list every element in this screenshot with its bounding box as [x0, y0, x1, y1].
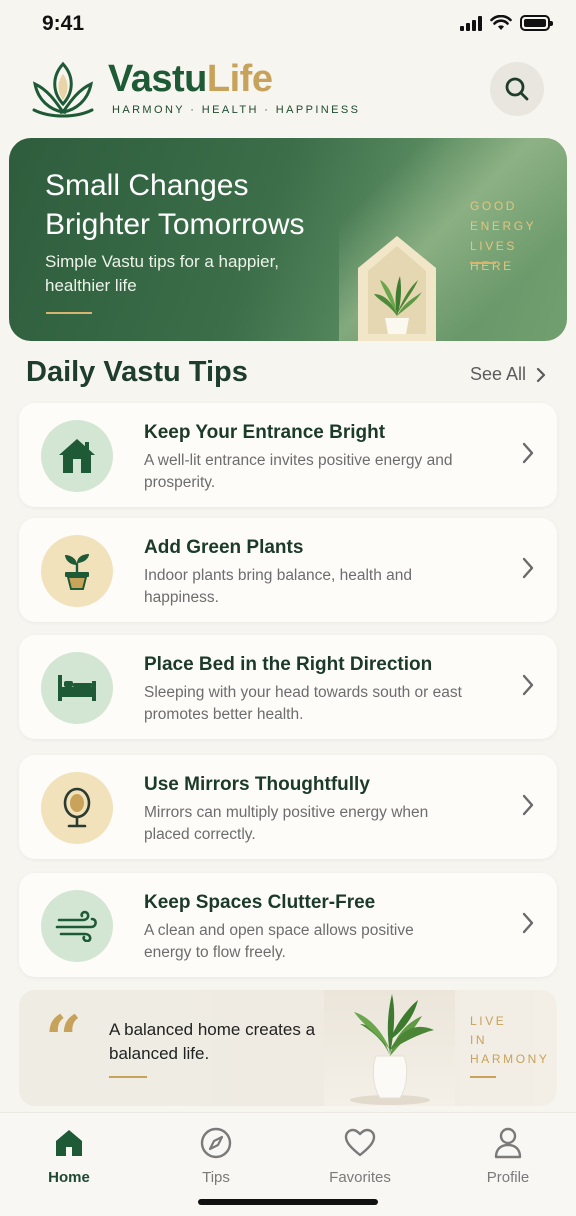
tab-label: Favorites [329, 1169, 391, 1186]
tip-icon-badge [41, 535, 113, 607]
tip-card-clutter-free[interactable]: Keep Spaces Clutter-Free A clean and ope… [19, 873, 557, 977]
wifi-icon [490, 15, 512, 30]
compass-icon [200, 1127, 232, 1159]
tip-title: Add Green Plants [144, 537, 304, 558]
chevron-right-icon [522, 442, 534, 464]
home-icon [56, 1130, 82, 1156]
quote-card: “ A balanced home creates a balanced lif… [19, 990, 557, 1106]
chevron-right-icon [522, 912, 534, 934]
tip-icon-badge [41, 420, 113, 492]
tip-card-mirrors[interactable]: Use Mirrors Thoughtfully Mirrors can mul… [19, 755, 557, 859]
vase-plant-image [324, 990, 455, 1106]
hero-banner[interactable]: Small Changes Brighter Tomorrows Simple … [9, 138, 567, 341]
plant-icon [65, 554, 89, 590]
tab-label: Profile [486, 1169, 530, 1186]
tip-description: A clean and open space allows positive e… [144, 922, 414, 961]
hero-side-text: GOOD ENERGY LIVES HERE [470, 199, 537, 273]
tip-description: A well-lit entrance invites positive ene… [144, 452, 453, 491]
home-indicator [198, 1199, 378, 1205]
quote-side-text: LIVE IN HARMONY [470, 1014, 550, 1066]
chevron-right-icon [522, 794, 534, 816]
search-icon [505, 77, 529, 101]
heart-icon [344, 1128, 376, 1157]
status-bar: 9:41 [0, 0, 576, 50]
house-icon [59, 439, 95, 473]
tip-title: Keep Spaces Clutter-Free [144, 892, 376, 913]
user-icon [494, 1127, 522, 1159]
tip-icon-badge [41, 890, 113, 962]
tab-label: Tips [202, 1169, 230, 1186]
status-time: 9:41 [42, 12, 85, 35]
hero-title: Small Changes Brighter Tomorrows [45, 169, 305, 241]
brand-tagline: HARMONY · HEALTH · HAPPINESS [112, 104, 361, 116]
mirror-icon [63, 787, 91, 828]
section-title: Daily Vastu Tips [26, 356, 248, 388]
chevron-right-icon [536, 367, 546, 382]
tip-title: Place Bed in the Right Direction [144, 654, 433, 675]
house-plant-illustration [358, 236, 436, 341]
chevron-right-icon [522, 674, 534, 696]
search-button[interactable] [490, 62, 544, 116]
tab-label: Home [48, 1169, 90, 1186]
tab-favorites[interactable]: Favorites [305, 1125, 415, 1186]
app-header: VastuLife HARMONY · HEALTH · HAPPINESS [0, 56, 576, 126]
tip-card-bed-direction[interactable]: Place Bed in the Right Direction Sleepin… [19, 635, 557, 739]
tip-description: Sleeping with your head towards south or… [144, 684, 462, 723]
quote-text: A balanced home creates a balanced life. [109, 1020, 316, 1063]
bed-icon [58, 675, 96, 701]
tip-card-plants[interactable]: Add Green Plants Indoor plants bring bal… [19, 518, 557, 622]
tip-icon-badge [41, 772, 113, 844]
signal-icon [460, 15, 482, 31]
brand-name: VastuLife [108, 58, 273, 100]
tab-home[interactable]: Home [14, 1125, 124, 1186]
tab-profile[interactable]: Profile [453, 1125, 563, 1186]
hero-side-divider [470, 262, 496, 264]
status-icons [460, 15, 553, 31]
tip-card-entrance[interactable]: Keep Your Entrance Bright A well-lit ent… [19, 403, 557, 507]
tip-title: Keep Your Entrance Bright [144, 422, 386, 443]
lotus-logo-icon [32, 61, 94, 118]
quote-side-divider [470, 1076, 496, 1078]
tab-tips[interactable]: Tips [161, 1125, 271, 1186]
hero-divider [46, 312, 92, 314]
see-all-link[interactable]: See All [470, 364, 546, 385]
tip-icon-badge [41, 652, 113, 724]
wind-icon [55, 910, 97, 942]
quote-icon: “ [45, 1002, 82, 1077]
tip-description: Indoor plants bring balance, health and … [144, 567, 413, 606]
quote-divider [109, 1076, 147, 1078]
chevron-right-icon [522, 557, 534, 579]
battery-icon [520, 15, 553, 31]
hero-subtitle: Simple Vastu tips for a happier, healthi… [45, 252, 280, 295]
tip-title: Use Mirrors Thoughtfully [144, 774, 370, 795]
tip-description: Mirrors can multiply positive energy whe… [144, 804, 429, 843]
